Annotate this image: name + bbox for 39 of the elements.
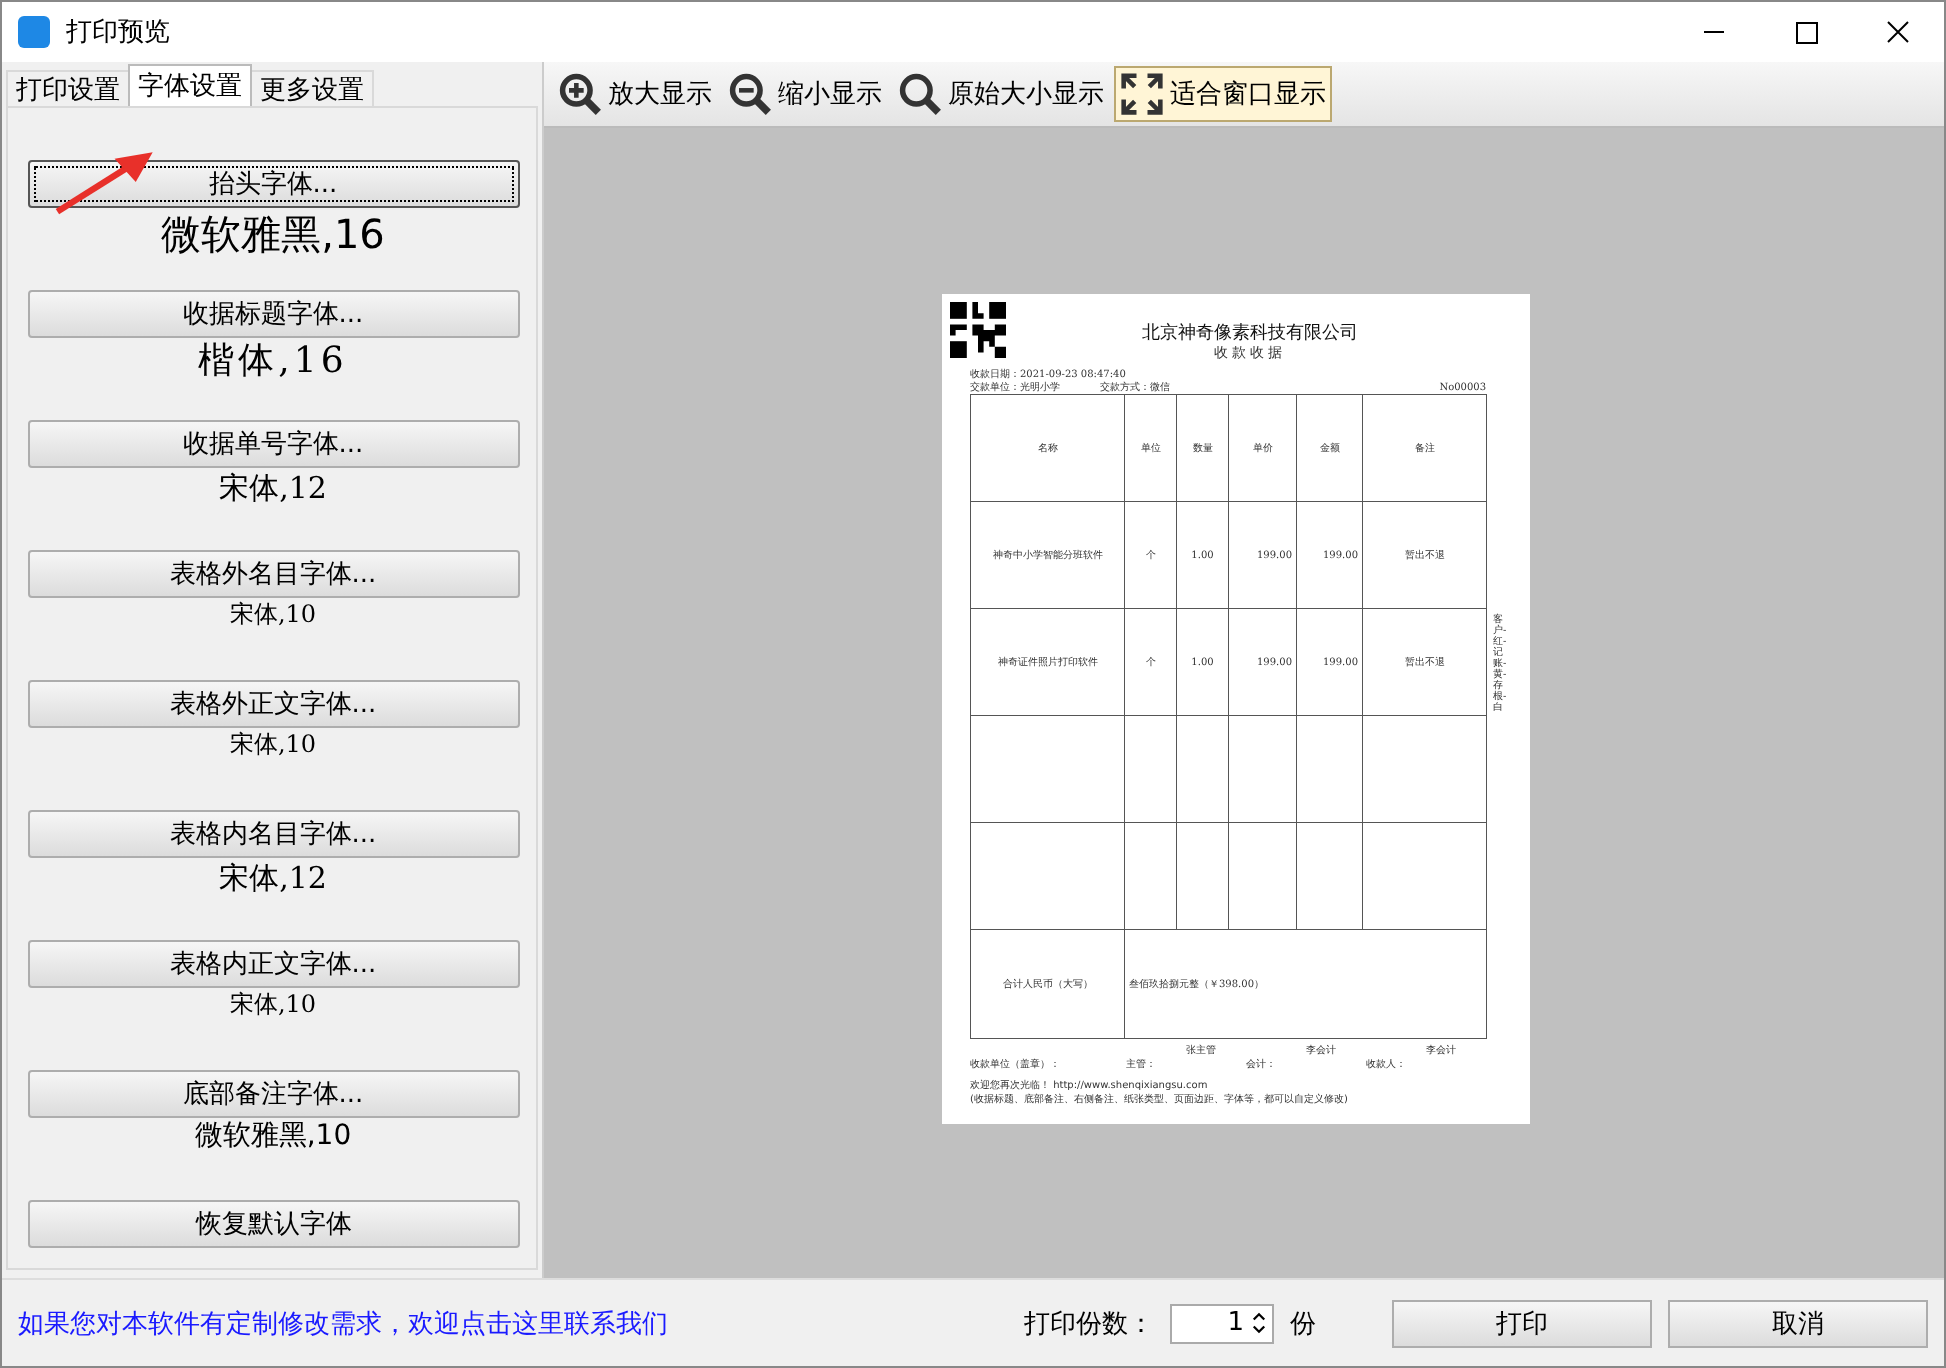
copies-unit: 份 xyxy=(1290,1307,1316,1341)
font-button[interactable]: 抬头字体... xyxy=(27,160,519,208)
toolbar-button[interactable]: 缩小显示 xyxy=(722,66,888,122)
font-sample: 宋体,10 xyxy=(229,990,317,1019)
company-name: 北京神奇像素科技有限公司 xyxy=(1140,320,1360,344)
copies-spinner[interactable]: 1 xyxy=(1170,1303,1274,1343)
search-icon xyxy=(898,72,942,116)
spinner-arrows-icon xyxy=(1252,1310,1266,1336)
contact-link[interactable]: 如果您对本软件有定制修改需求，欢迎点击这里联系我们 xyxy=(18,1305,668,1341)
toolbar-button[interactable]: 原始大小显示 xyxy=(892,66,1110,122)
cancel-button[interactable]: 取消 xyxy=(1668,1299,1928,1347)
fit-window-icon xyxy=(1120,72,1164,116)
tab[interactable]: 字体设置 xyxy=(128,64,252,106)
toolbar-button[interactable]: 放大显示 xyxy=(552,66,718,122)
zoom-in-icon xyxy=(558,72,602,116)
font-button[interactable]: 表格内名目字体... xyxy=(27,810,519,858)
font-button[interactable]: 收据标题字体... xyxy=(27,290,519,338)
tab[interactable]: 更多设置 xyxy=(250,70,374,106)
toolbar-button[interactable]: 适合窗口显示 xyxy=(1114,66,1332,122)
font-button[interactable]: 底部备注字体... xyxy=(27,1070,519,1118)
zoom-out-icon xyxy=(728,72,772,116)
font-sample: 楷体,16 xyxy=(198,340,348,384)
print-button[interactable]: 打印 xyxy=(1392,1299,1652,1347)
font-button[interactable]: 表格内正文字体... xyxy=(27,940,519,988)
qr-code-icon xyxy=(950,302,1006,358)
font-sample: 宋体,12 xyxy=(219,860,327,896)
font-sample: 微软雅黑,10 xyxy=(194,1120,352,1154)
font-sample: 宋体,10 xyxy=(229,730,317,759)
app-icon xyxy=(18,16,50,48)
font-sample: 宋体,10 xyxy=(229,600,317,629)
font-button[interactable]: 表格外名目字体... xyxy=(27,550,519,598)
font-button[interactable]: 收据单号字体... xyxy=(27,420,519,468)
font-button[interactable]: 表格外正文字体... xyxy=(27,680,519,728)
font-sample: 宋体,12 xyxy=(219,470,327,506)
restore-button[interactable]: 恢复默认字体 xyxy=(28,1200,520,1248)
copies-label: 打印份数： xyxy=(1024,1307,1154,1341)
window-title: 打印预览 xyxy=(66,16,170,50)
tab[interactable]: 打印设置 xyxy=(6,70,130,106)
font-sample: 微软雅黑,16 xyxy=(161,210,385,258)
